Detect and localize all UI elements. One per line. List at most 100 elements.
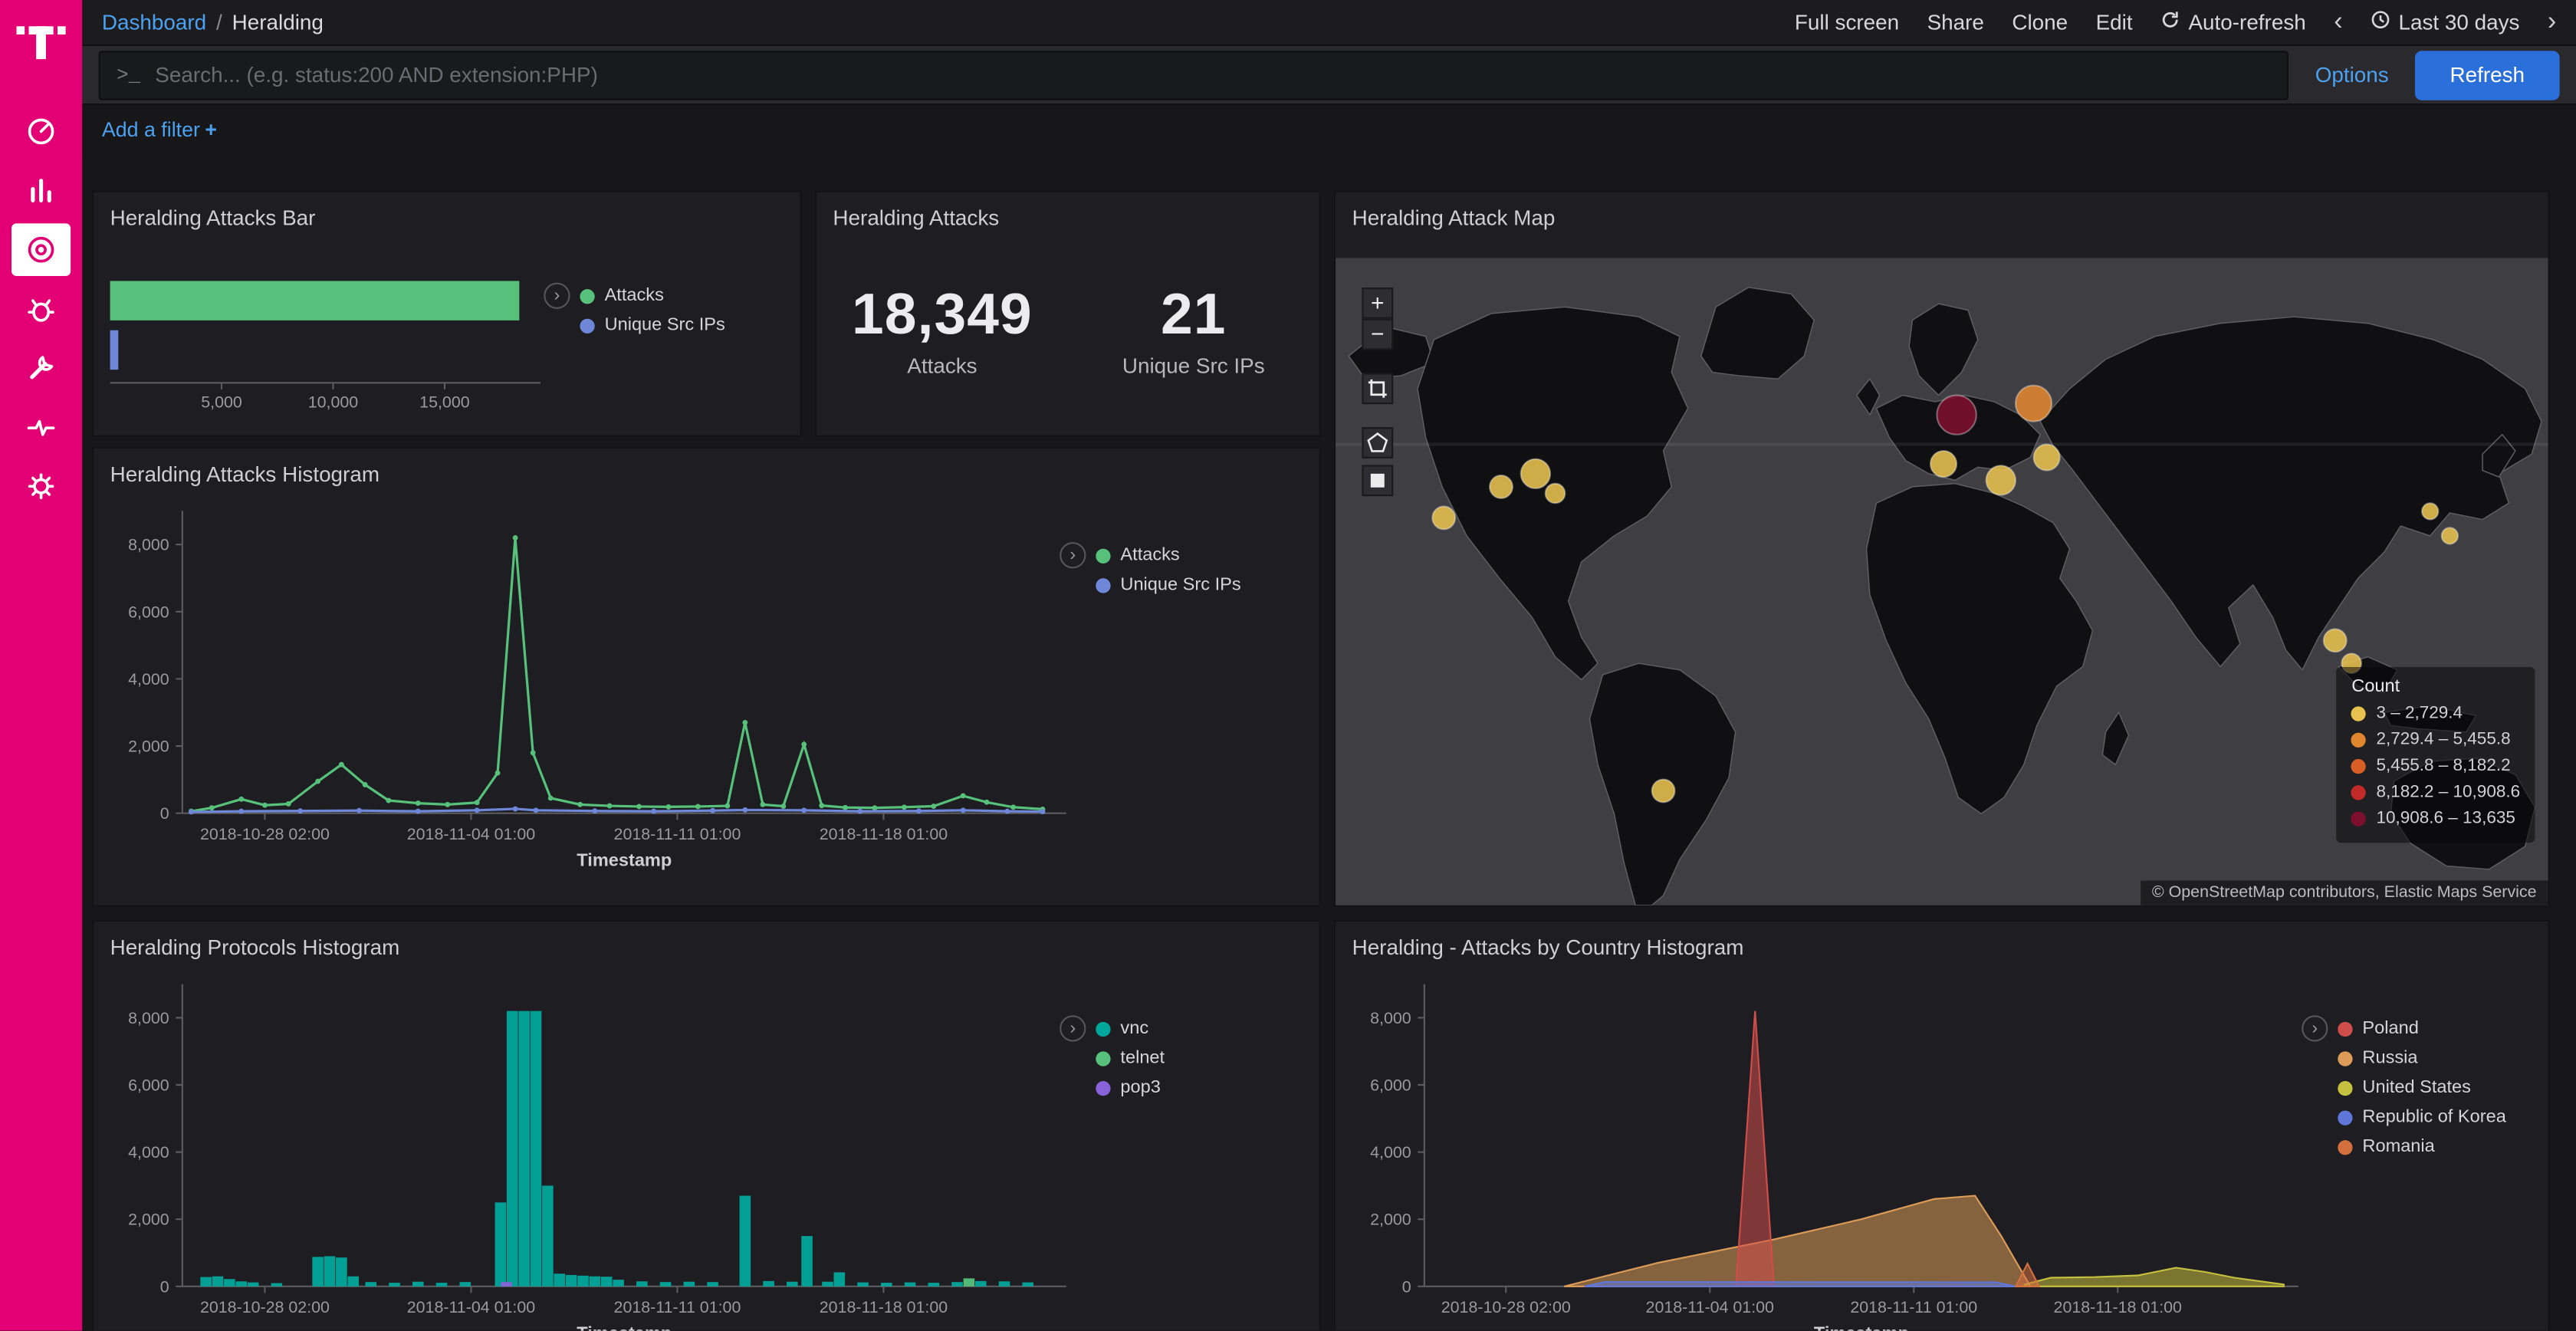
legend-item[interactable]: Unique Src IPs bbox=[1096, 570, 1240, 600]
legend-item[interactable]: Attacks bbox=[1096, 541, 1240, 570]
auto-refresh-button[interactable]: Auto-refresh bbox=[2160, 10, 2306, 35]
legend-expand-toggle[interactable]: › bbox=[544, 283, 570, 309]
legend-item: 8,182.2 – 10,908.6 bbox=[2351, 779, 2520, 805]
legend-item[interactable]: telnet bbox=[1096, 1043, 1165, 1073]
legend-dot bbox=[2338, 1080, 2352, 1095]
sidebar-item-gauge[interactable] bbox=[12, 105, 71, 158]
legend-item[interactable]: Republic of Korea bbox=[2338, 1103, 2506, 1132]
legend-label: 10,908.6 – 13,635 bbox=[2376, 808, 2515, 828]
breadcrumb-dashboard-link[interactable]: Dashboard bbox=[102, 10, 206, 35]
time-back-button[interactable]: ‹ bbox=[2334, 9, 2342, 35]
attacks-histogram-chart: 02,0004,0006,0008,0002018-10-28 02:00201… bbox=[107, 495, 1079, 905]
svg-text:4,000: 4,000 bbox=[128, 670, 169, 689]
country-histogram-chart: 02,0004,0006,0008,0002018-10-28 02:00201… bbox=[1349, 968, 2312, 1331]
legend-item[interactable]: Unique Src IPs bbox=[580, 311, 724, 340]
metric-unique-src-ips: 21 Unique Src IPs bbox=[1068, 283, 1319, 378]
refresh-button[interactable]: Refresh bbox=[2415, 50, 2560, 99]
legend-label: Unique Src IPs bbox=[1120, 575, 1240, 595]
legend-dot bbox=[2351, 811, 2366, 826]
legend-item: 10,908.6 – 13,635 bbox=[2351, 805, 2520, 831]
legend-dot bbox=[2351, 784, 2366, 799]
legend-dot bbox=[2338, 1021, 2352, 1036]
share-button[interactable]: Share bbox=[1927, 10, 1984, 35]
query-bar: >_ Options Refresh bbox=[82, 46, 2576, 105]
sidebar-item-bar-chart[interactable] bbox=[12, 164, 71, 217]
breadcrumb-bar: Dashboard / Heralding Full screen Share … bbox=[82, 0, 2576, 46]
options-link[interactable]: Options bbox=[2315, 62, 2389, 87]
add-filter-link[interactable]: Add a filter+ bbox=[102, 118, 217, 141]
svg-text:2018-11-18 01:00: 2018-11-18 01:00 bbox=[2054, 1298, 2183, 1316]
svg-text:2018-11-04 01:00: 2018-11-04 01:00 bbox=[1646, 1298, 1775, 1316]
legend-item[interactable]: Attacks bbox=[580, 281, 724, 311]
metric-label: Unique Src IPs bbox=[1068, 353, 1319, 378]
legend-label: 2,729.4 – 5,455.8 bbox=[2376, 729, 2510, 749]
edit-button[interactable]: Edit bbox=[2096, 10, 2133, 35]
legend-label: 8,182.2 – 10,908.6 bbox=[2376, 782, 2520, 802]
sidebar-item-settings[interactable] bbox=[12, 460, 71, 513]
sidebar-item-health[interactable] bbox=[12, 401, 71, 454]
polygon-tool-button[interactable] bbox=[1362, 427, 1393, 458]
svg-text:2,000: 2,000 bbox=[128, 738, 169, 756]
legend-dot bbox=[580, 318, 594, 333]
legend-dot bbox=[2338, 1139, 2352, 1154]
legend-label: Republic of Korea bbox=[2362, 1107, 2505, 1127]
svg-text:0: 0 bbox=[1402, 1277, 1411, 1296]
svg-text:8,000: 8,000 bbox=[128, 1009, 169, 1027]
time-forward-button[interactable]: › bbox=[2548, 9, 2556, 35]
crop-tool-button[interactable] bbox=[1362, 373, 1393, 404]
svg-text:6,000: 6,000 bbox=[1370, 1076, 1411, 1095]
time-range-button[interactable]: Last 30 days bbox=[2371, 10, 2519, 35]
legend-label: Attacks bbox=[605, 286, 664, 306]
legend-item[interactable]: United States bbox=[2338, 1073, 2506, 1103]
metric-attacks: 18,349 Attacks bbox=[816, 283, 1068, 378]
protocols-histogram-chart: 02,0004,0006,0008,0002018-10-28 02:00201… bbox=[107, 968, 1079, 1331]
legend-item[interactable]: Romania bbox=[2338, 1132, 2506, 1162]
legend-label: telnet bbox=[1120, 1048, 1165, 1068]
legend-label: Poland bbox=[2362, 1019, 2418, 1039]
sidebar-item-tools[interactable] bbox=[12, 342, 71, 395]
panel-attacks-bar: Heralding Attacks Bar 5,00010,00015,000 … bbox=[92, 191, 802, 437]
svg-text:2018-11-18 01:00: 2018-11-18 01:00 bbox=[820, 1298, 948, 1316]
world-map[interactable]: + − Count 3 – 2,729.42,729.4 – 5,455.85,… bbox=[1336, 258, 2548, 905]
legend-expand-toggle[interactable]: › bbox=[1060, 1015, 1086, 1041]
svg-text:2018-10-28 02:00: 2018-10-28 02:00 bbox=[200, 825, 330, 843]
zoom-out-button[interactable]: − bbox=[1362, 319, 1393, 350]
legend-expand-toggle[interactable]: › bbox=[1060, 542, 1086, 568]
legend-item[interactable]: pop3 bbox=[1096, 1073, 1165, 1103]
sidebar-item-dashboards[interactable] bbox=[12, 223, 71, 276]
clone-button[interactable]: Clone bbox=[2012, 10, 2068, 35]
t-mobile-logo bbox=[16, 15, 65, 69]
svg-text:0: 0 bbox=[160, 1277, 169, 1296]
country-histogram-legend: › Poland RussiaUnited States Republic of K… bbox=[2302, 1014, 2506, 1162]
metric-value: 18,349 bbox=[816, 283, 1068, 349]
zoom-in-button[interactable]: + bbox=[1362, 288, 1393, 319]
attacks-bar-chart: 5,00010,00015,000 bbox=[107, 251, 550, 426]
panel-attacks-metric: Heralding Attacks 18,349 Attacks 21 Uniq… bbox=[815, 191, 1321, 437]
metric-value: 21 bbox=[1068, 283, 1319, 349]
attacks-histogram-legend: › Attacks Unique Src IPs bbox=[1060, 541, 1241, 600]
svg-text:2018-11-11 01:00: 2018-11-11 01:00 bbox=[614, 1298, 741, 1316]
topbar-actions: Full screen Share Clone Edit Auto-refres… bbox=[1795, 9, 2556, 35]
search-input[interactable] bbox=[155, 62, 2271, 87]
kibana-dashboard-app: Dashboard / Heralding Full screen Share … bbox=[0, 0, 2576, 1331]
svg-text:Timestamp: Timestamp bbox=[1814, 1323, 1909, 1330]
panel-attacks-histogram: Heralding Attacks Histogram 02,0004,0006… bbox=[92, 447, 1321, 907]
sidebar-item-bug[interactable] bbox=[12, 283, 71, 336]
svg-text:2018-11-11 01:00: 2018-11-11 01:00 bbox=[1850, 1298, 1977, 1316]
svg-text:2018-10-28 02:00: 2018-10-28 02:00 bbox=[1441, 1298, 1571, 1316]
svg-text:0: 0 bbox=[160, 804, 169, 823]
legend-dot bbox=[1096, 1021, 1110, 1036]
svg-text:4,000: 4,000 bbox=[1370, 1143, 1411, 1162]
svg-text:2,000: 2,000 bbox=[1370, 1211, 1411, 1229]
legend-item[interactable]: vnc bbox=[1096, 1014, 1165, 1043]
svg-text:5,000: 5,000 bbox=[201, 393, 242, 411]
legend-label: Attacks bbox=[1120, 545, 1179, 565]
legend-item[interactable]: Russia bbox=[2338, 1043, 2506, 1073]
full-screen-button[interactable]: Full screen bbox=[1795, 10, 1899, 35]
legend-item: 2,729.4 – 5,455.8 bbox=[2351, 726, 2520, 752]
svg-text:6,000: 6,000 bbox=[128, 603, 169, 621]
rectangle-tool-button[interactable] bbox=[1362, 465, 1393, 496]
legend-label: 3 – 2,729.4 bbox=[2376, 703, 2463, 723]
legend-expand-toggle[interactable]: › bbox=[2302, 1015, 2328, 1041]
legend-item[interactable]: Poland bbox=[2338, 1014, 2506, 1043]
